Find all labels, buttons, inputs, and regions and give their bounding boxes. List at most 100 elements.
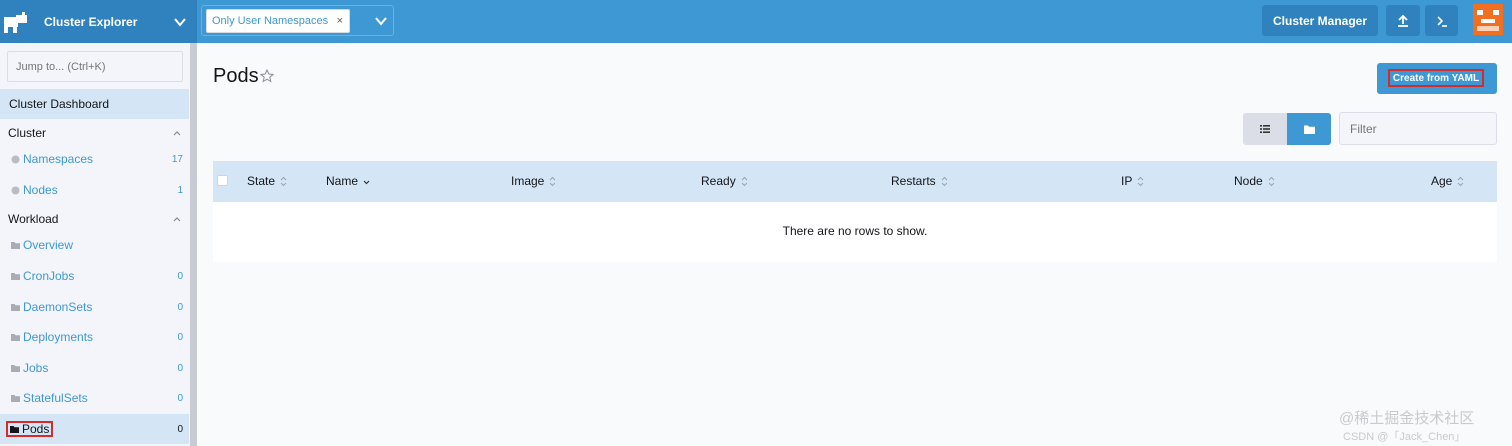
folder-icon [11,303,20,311]
sidebar-item-count: 0 [177,392,183,404]
select-all-checkbox[interactable] [217,175,228,186]
sidebar-item-label: Nodes [23,183,58,197]
sort-icon [550,176,556,186]
sidebar-group-label: Cluster [8,126,47,140]
cluster-manager-button[interactable]: Cluster Manager [1262,5,1378,36]
sidebar-item-count: 0 [177,270,183,282]
sidebar-item-count: 0 [177,301,183,313]
sidebar-item-label: DaemonSets [23,300,93,314]
column-header-name[interactable]: Name [326,174,370,188]
folder-icon [10,425,19,433]
column-label: Name [326,174,359,188]
sidebar-item-statefulsets[interactable]: StatefulSets 0 [0,386,189,410]
upload-icon [1398,14,1408,27]
list-icon [1260,125,1270,133]
remove-chip-icon[interactable]: × [337,15,343,27]
column-label: Age [1431,174,1453,188]
column-label: IP [1121,174,1133,188]
group-by-namespace-button[interactable] [1287,113,1331,145]
sidebar-item-label: Pods [22,422,50,436]
sidebar-item-deployments[interactable]: Deployments 0 [0,325,189,349]
folder-icon [11,394,20,402]
terminal-icon [1436,15,1447,27]
app-title: Cluster Explorer [44,14,138,29]
namespace-chip-label: Only User Namespaces [212,15,329,27]
create-from-yaml-button[interactable]: Create from YAML [1377,63,1497,94]
column-header-image[interactable]: Image [511,174,556,188]
sort-icon [1268,176,1275,186]
sidebar-item-overview[interactable]: Overview [0,233,189,257]
filter-input[interactable] [1339,112,1497,145]
sidebar-group-cluster[interactable]: Cluster [0,123,189,143]
sidebar-item-cluster-dashboard[interactable]: Cluster Dashboard [0,89,189,119]
page-title: Pods [213,65,259,87]
sidebar-item-label: StatefulSets [23,391,88,405]
column-header-age[interactable]: Age [1431,174,1464,188]
sidebar-item-nodes[interactable]: Nodes 1 [0,178,189,202]
sidebar-item-daemonsets[interactable]: DaemonSets 0 [0,295,189,319]
folder-icon [11,364,20,372]
sidebar-item-pods[interactable]: Pods 0 [0,414,189,444]
sidebar-item-label: Overview [23,238,74,252]
folder-icon [1303,125,1315,134]
column-label: Restarts [891,174,936,188]
sidebar-item-count: 0 [177,331,183,343]
create-from-yaml-label: Create from YAML [1388,69,1484,87]
chevron-down-icon [174,17,186,27]
sidebar-item-label: CronJobs [23,269,75,283]
column-header-node[interactable]: Node [1234,174,1275,188]
jump-to-input[interactable] [7,51,183,82]
chevron-up-icon [173,131,181,136]
watermark: @稀土掘金技术社区 [1339,410,1475,427]
column-label: Ready [701,174,736,188]
cluster-switcher[interactable]: Cluster Explorer [0,0,197,43]
list-view-button[interactable] [1243,113,1287,145]
sidebar-item-label: Namespaces [23,152,94,166]
star-icon[interactable] [260,69,274,83]
sidebar-group-label: Workload [8,212,59,226]
pods-table: State Name Image Ready Restarts IP Node [213,161,1497,262]
chevron-down-icon[interactable] [374,14,388,28]
column-label: Image [511,174,545,188]
sort-icon [280,176,287,186]
rancher-logo-icon [4,11,27,33]
column-header-state[interactable]: State [247,174,287,188]
column-label: Node [1234,174,1263,188]
watermark-caption: CSDN @「Jack_Chen」 [1343,431,1466,443]
sort-icon [1137,176,1144,186]
folder-icon [11,333,20,341]
column-header-ip[interactable]: IP [1121,174,1144,188]
sidebar: Cluster Dashboard Cluster Namespaces 17 … [0,43,190,446]
sidebar-group-workload[interactable]: Workload [0,209,189,229]
sort-icon [941,176,948,186]
sidebar-item-count: 17 [171,153,183,165]
sort-icon [741,176,748,186]
column-label: State [247,174,276,188]
highlight-box: Pods [6,421,54,437]
sidebar-item-cronjobs[interactable]: CronJobs 0 [0,264,189,288]
sidebar-item-count: 1 [177,184,183,196]
kubectl-shell-button[interactable] [1425,5,1458,36]
namespace-filter[interactable]: Only User Namespaces × [201,5,394,36]
circle-icon [11,186,20,194]
sidebar-item-jobs[interactable]: Jobs 0 [0,356,189,380]
folder-icon [11,241,20,249]
column-header-ready[interactable]: Ready [701,174,748,188]
column-header-restarts[interactable]: Restarts [891,174,948,188]
avatar[interactable] [1473,4,1503,35]
sidebar-item-label: Deployments [23,330,94,344]
circle-icon [11,155,20,163]
folder-icon [11,272,20,280]
sort-icon [1458,176,1464,186]
sidebar-item-count: 0 [177,423,183,435]
user-avatar-icon [1473,4,1503,35]
table-header: State Name Image Ready Restarts IP Node [213,161,1497,202]
sidebar-item-label: Jobs [23,361,49,375]
sidebar-scrollbar[interactable] [190,43,197,446]
sort-down-icon [363,180,370,184]
sidebar-item-count: 0 [177,362,183,374]
chevron-up-icon [173,217,181,222]
namespace-chip: Only User Namespaces × [206,9,350,33]
sidebar-item-namespaces[interactable]: Namespaces 17 [0,147,189,171]
import-yaml-button[interactable] [1386,5,1420,36]
